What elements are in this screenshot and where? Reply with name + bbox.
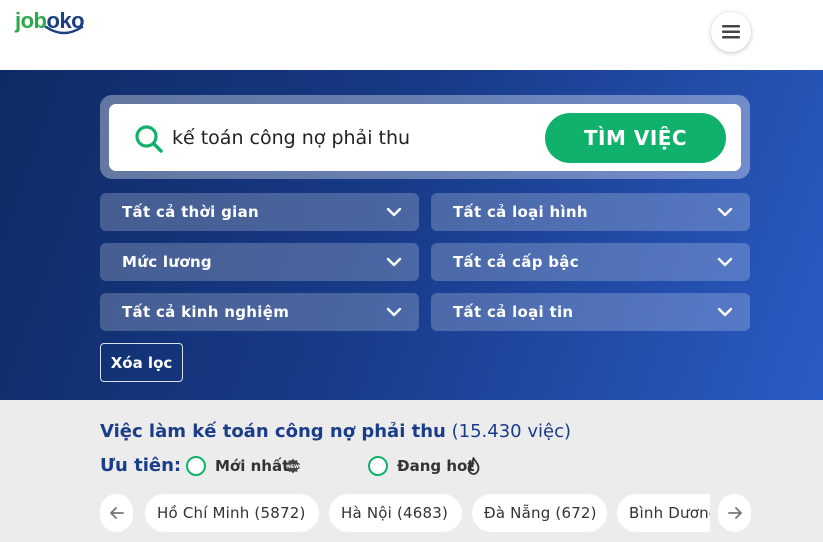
location-chip[interactable]: Hồ Chí Minh (5872) (145, 494, 319, 532)
hot-radio[interactable] (368, 456, 388, 476)
hamburger-icon (722, 25, 740, 39)
logo-smile-icon (44, 25, 84, 35)
chips-next-button[interactable] (718, 494, 751, 532)
clear-filters-button[interactable]: Xóa lọc (100, 343, 183, 382)
chevron-down-icon (386, 207, 402, 217)
chevron-down-icon (386, 307, 402, 317)
filter-job-type[interactable]: Tất cả loại hình (431, 193, 750, 231)
search-input[interactable] (172, 120, 532, 156)
fire-icon (467, 457, 480, 475)
chevron-down-icon (386, 257, 402, 267)
filter-salary-label: Mức lương (122, 253, 212, 271)
chevron-down-icon (717, 307, 733, 317)
chevron-down-icon (717, 207, 733, 217)
chevron-down-icon (717, 257, 733, 267)
new-badge-icon: NEW (286, 458, 300, 474)
search-icon (135, 125, 163, 153)
results-title: Việc làm kế toán công nợ phải thu (100, 421, 446, 442)
search-button[interactable]: TÌM VIỆC (545, 113, 726, 163)
filter-post-type[interactable]: Tất cả loại tin (431, 293, 750, 331)
filter-salary[interactable]: Mức lương (100, 243, 419, 281)
newest-radio[interactable] (186, 456, 206, 476)
chips-prev-button[interactable] (100, 494, 133, 532)
svg-text:NEW: NEW (287, 464, 299, 470)
newest-option-label[interactable]: Mới nhất (215, 457, 289, 475)
filter-time-label: Tất cả thời gian (122, 203, 259, 221)
location-chip[interactable]: Đà Nẵng (672) (472, 494, 607, 532)
arrow-right-icon (727, 507, 742, 519)
menu-button[interactable] (711, 12, 751, 52)
filter-job-type-label: Tất cả loại hình (453, 203, 588, 221)
location-chip[interactable]: Bình Dương (617, 494, 710, 532)
filter-level-label: Tất cả cấp bậc (453, 253, 579, 271)
hot-option-label[interactable]: Đang hot (397, 457, 474, 475)
arrow-left-icon (109, 507, 124, 519)
priority-label: Ưu tiên: (100, 455, 182, 476)
location-chip[interactable]: Hà Nội (4683) (329, 494, 462, 532)
site-header: joboko (0, 0, 823, 70)
results-count: (15.430 việc) (451, 421, 571, 442)
filter-experience[interactable]: Tất cả kinh nghiệm (100, 293, 419, 331)
filter-post-type-label: Tất cả loại tin (453, 303, 574, 321)
logo-text-job: job (15, 8, 47, 33)
results-heading: Việc làm kế toán công nợ phải thu (15.43… (100, 421, 571, 442)
filter-time[interactable]: Tất cả thời gian (100, 193, 419, 231)
filter-level[interactable]: Tất cả cấp bậc (431, 243, 750, 281)
filter-experience-label: Tất cả kinh nghiệm (122, 303, 290, 321)
